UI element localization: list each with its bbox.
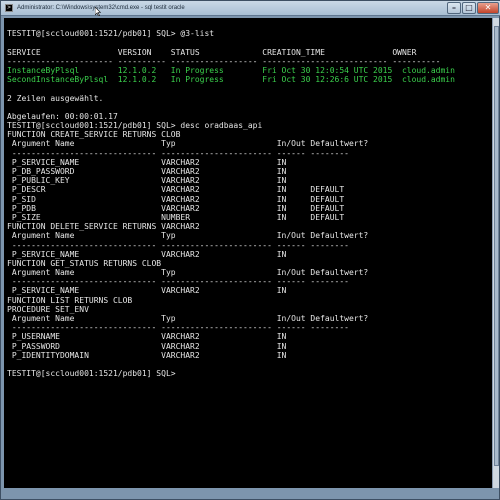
console-line: P_SERVICE_NAME VARCHAR2 IN (7, 286, 287, 296)
cmd-icon: > (5, 4, 13, 12)
console-line: Abgelaufen: 00:00:01.17 (7, 111, 118, 121)
console-line: FUNCTION DELETE_SERVICE RETURNS VARCHAR2 (7, 222, 200, 232)
console-line: ------------------------------ ---------… (7, 277, 349, 287)
console-line: FUNCTION LIST RETURNS CLOB (7, 295, 133, 305)
maximize-button[interactable]: □ (462, 2, 476, 14)
console-line: P_PASSWORD VARCHAR2 IN (7, 341, 287, 351)
console-line: TESTIT@[sccloud001:1521/pdb01] SQL> desc… (7, 121, 263, 131)
console-line: P_SERVICE_NAME VARCHAR2 IN (7, 249, 287, 259)
console-line: P_SERVICE_NAME VARCHAR2 IN (7, 157, 287, 167)
console-line: Argument Name Typ In/Out Defaultwert? (7, 139, 369, 149)
console-line: P_DB_PASSWORD VARCHAR2 IN (7, 167, 287, 176)
console-window: > Administrator: C:\Windows\system32\cmd… (0, 0, 500, 500)
console-line: P_PUBLIC_KEY VARCHAR2 IN (7, 176, 287, 186)
console-line: P_DESCR VARCHAR2 IN DEFAULT (7, 185, 345, 195)
console-line: ------------------------------ ---------… (7, 148, 349, 158)
console-line: FUNCTION CREATE_SERVICE RETURNS CLOB (7, 130, 181, 140)
console-line: 2 Zeilen ausgewählt. (7, 93, 104, 103)
console-line: P_PDB VARCHAR2 IN DEFAULT (7, 203, 345, 213)
title-bar[interactable]: > Administrator: C:\Windows\system32\cmd… (1, 1, 500, 16)
console-line: Argument Name Typ In/Out Defaultwert? (7, 268, 369, 278)
console-line: Argument Name Typ In/Out Defaultwert? (7, 314, 369, 323)
console-line: TESTIT@[sccloud001:1521/pdb01] SQL> @3-l… (7, 29, 215, 39)
console-line: P_SID VARCHAR2 IN DEFAULT (7, 194, 345, 204)
console-line: ------------------------------ ---------… (7, 240, 349, 250)
console-line: SecondInstanceByPlsql 12.1.0.2 In Progre… (7, 75, 455, 85)
close-button[interactable]: ✕ (477, 2, 499, 14)
scrollbar-thumb[interactable] (494, 26, 499, 466)
console-line: P_USERNAME VARCHAR2 IN (7, 332, 287, 342)
console-line: PROCEDURE SET_ENV (7, 304, 89, 314)
console-output[interactable]: TESTIT@[sccloud001:1521/pdb01] SQL> @3-l… (4, 18, 494, 488)
window-controls: – □ ✕ (447, 2, 499, 14)
mouse-cursor-icon (95, 7, 101, 16)
console-line: P_SIZE NUMBER IN DEFAULT (7, 212, 345, 222)
console-line: Argument Name Typ In/Out Defaultwert? (7, 231, 369, 241)
console-line: ---------------------- ---------- ------… (7, 56, 441, 66)
console-line: P_IDENTITYDOMAIN VARCHAR2 IN (7, 350, 287, 360)
console-line: InstanceByPlsql 12.1.0.2 In Progress Fri… (7, 65, 455, 75)
console-line: SERVICE VERSION STATUS CREATION_TIME OWN… (7, 47, 417, 57)
console-line: ------------------------------ ---------… (7, 323, 349, 333)
console-line: TESTIT@[sccloud001:1521/pdb01] SQL> (7, 369, 176, 379)
console-line: FUNCTION GET_STATUS RETURNS CLOB (7, 258, 162, 268)
minimize-button[interactable]: – (447, 2, 461, 14)
vertical-scrollbar[interactable] (492, 18, 499, 488)
